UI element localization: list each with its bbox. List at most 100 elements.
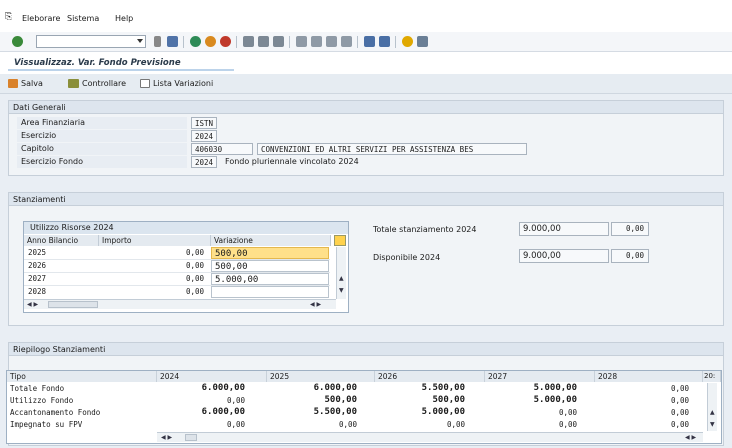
row-importo: 0,00 (185, 287, 204, 296)
cell-value: 5.500,00 (421, 383, 465, 393)
menu-icon[interactable]: ⎘ (5, 12, 12, 22)
scroll-left-icon[interactable]: ◀ ▶ (27, 301, 38, 308)
row-anno: 2028 (28, 287, 47, 296)
cell-value: 0,00 (338, 420, 357, 429)
column-header-2027[interactable]: 2027 (485, 371, 595, 382)
row-variazione-input[interactable]: 500,00 (211, 247, 329, 259)
row-anno: 2026 (28, 261, 47, 270)
back-arrow-icon[interactable] (154, 36, 161, 47)
cell-value: 0,00 (226, 420, 245, 429)
totale-label: Totale stanziamento 2024 (373, 225, 477, 234)
shortcut-icon[interactable] (379, 36, 390, 47)
check-icon (68, 79, 79, 88)
column-header-tipo[interactable]: Tipo (7, 371, 157, 382)
cell-value: 5.000,00 (533, 383, 577, 393)
column-header-2026[interactable]: 2026 (375, 371, 485, 382)
command-field[interactable] (36, 35, 146, 48)
find-next-icon[interactable] (273, 36, 284, 47)
prev-page-icon[interactable] (311, 36, 322, 47)
cell-value: 500,00 (432, 395, 465, 405)
area-field[interactable]: ISTN (191, 117, 217, 129)
scroll-down-icon[interactable]: ▼ (339, 287, 344, 294)
area-label: Area Finanziaria (17, 117, 187, 129)
row-variazione-input[interactable]: 500,00 (211, 260, 329, 272)
scroll-up-icon[interactable]: ▲ (710, 409, 715, 416)
vertical-scrollbar[interactable]: ▲ ▼ (707, 383, 717, 431)
row-anno: 2027 (28, 274, 47, 283)
scroll-thumb[interactable] (48, 301, 98, 308)
panel-header: Dati Generali (9, 101, 723, 114)
enter-icon[interactable] (12, 36, 23, 47)
scroll-right-icon[interactable]: ◀ ▶ (685, 434, 696, 441)
column-header-2028[interactable]: 2028 (595, 371, 703, 382)
column-header-variazione[interactable]: Variazione (211, 235, 331, 246)
layout-icon[interactable] (417, 36, 428, 47)
variations-list-button[interactable]: Lista Variazioni (140, 79, 213, 88)
stanziamenti-panel: Stanziamenti Utilizzo Risorse 2024 Anno … (8, 192, 724, 326)
utilizzo-risorse-table: Utilizzo Risorse 2024 Anno Bilancio Impo… (23, 221, 349, 313)
find-icon[interactable] (258, 36, 269, 47)
system-toolbar (0, 32, 732, 52)
cell-value: 0,00 (670, 408, 689, 417)
column-header-anno[interactable]: Anno Bilancio (24, 235, 99, 246)
menu-bar: ⎘ Eleborare Sistema Help (0, 0, 732, 32)
vertical-scrollbar[interactable]: ▲ ▼ (336, 247, 346, 299)
column-header-next[interactable]: 20: (703, 371, 721, 382)
column-header-importo[interactable]: Importo (99, 235, 211, 246)
esercizio-label: Esercizio (17, 130, 187, 142)
back-icon[interactable] (190, 36, 201, 47)
list-icon (140, 79, 150, 88)
scroll-right-icon[interactable]: ◀ ▶ (310, 301, 321, 308)
column-header-2025[interactable]: 2025 (267, 371, 375, 382)
esercizio-fondo-field[interactable]: 2024 (191, 156, 217, 168)
column-header-2024[interactable]: 2024 (157, 371, 267, 382)
scroll-left-icon[interactable]: ◀ ▶ (161, 434, 172, 441)
horizontal-scrollbar[interactable]: ◀ ▶ ◀ ▶ (24, 299, 336, 309)
row-anno: 2025 (28, 248, 47, 257)
cell-value: 0,00 (226, 396, 245, 405)
row-variazione-input[interactable]: 5.000,00 (211, 273, 329, 285)
capitolo-label: Capitolo (17, 143, 187, 155)
screen-title: Vissualizzaz. Var. Fondo Previsione (14, 58, 181, 68)
exit-icon[interactable] (205, 36, 216, 47)
menu-elaborare[interactable]: Eleborare (22, 14, 60, 23)
capitolo-field[interactable]: 406030 (191, 143, 253, 155)
capitolo-description: CONVENZIONI ED ALTRI SERVIZI PER ASSISTE… (257, 143, 527, 155)
chevron-down-icon[interactable] (137, 39, 143, 43)
panel-header: Riepilogo Stanziamenti (9, 343, 723, 356)
cell-value: 0,00 (670, 420, 689, 429)
row-tipo: Accantonamento Fondo (10, 408, 101, 417)
general-data-panel: Dati Generali Area Finanziaria ISTN Eser… (8, 100, 724, 176)
title-underline (8, 69, 234, 71)
check-button[interactable]: Controllare (68, 79, 126, 88)
help-icon[interactable] (402, 36, 413, 47)
cell-value: 0,00 (558, 408, 577, 417)
cell-value: 5.500,00 (313, 407, 357, 417)
totale-value: 9.000,00 (519, 222, 609, 236)
table-settings-icon[interactable] (334, 235, 346, 246)
table-title: Utilizzo Risorse 2024 (24, 222, 348, 234)
menu-help[interactable]: Help (115, 14, 133, 23)
save-button[interactable]: Salva (8, 79, 43, 88)
scroll-thumb[interactable] (185, 434, 197, 441)
cell-value: 6.000,00 (201, 407, 245, 417)
next-page-icon[interactable] (326, 36, 337, 47)
menu-sistema[interactable]: Sistema (67, 14, 99, 23)
row-tipo: Utilizzo Fondo (10, 396, 74, 405)
save-icon[interactable] (167, 36, 178, 47)
cell-value: 0,00 (558, 420, 577, 429)
scroll-up-icon[interactable]: ▲ (339, 275, 344, 282)
last-page-icon[interactable] (341, 36, 352, 47)
horizontal-scrollbar[interactable]: ◀ ▶ ◀ ▶ (157, 432, 703, 442)
esercizio-field[interactable]: 2024 (191, 130, 217, 142)
first-page-icon[interactable] (296, 36, 307, 47)
print-icon[interactable] (243, 36, 254, 47)
cancel-icon[interactable] (220, 36, 231, 47)
application-toolbar: Salva Controllare Lista Variazioni (0, 74, 732, 94)
scroll-down-icon[interactable]: ▼ (710, 421, 715, 428)
row-variazione-input[interactable] (211, 286, 329, 298)
new-session-icon[interactable] (364, 36, 375, 47)
cell-value: 0,00 (670, 396, 689, 405)
disponibile-variation: 0,00 (611, 249, 649, 263)
cell-value: 5.000,00 (533, 395, 577, 405)
